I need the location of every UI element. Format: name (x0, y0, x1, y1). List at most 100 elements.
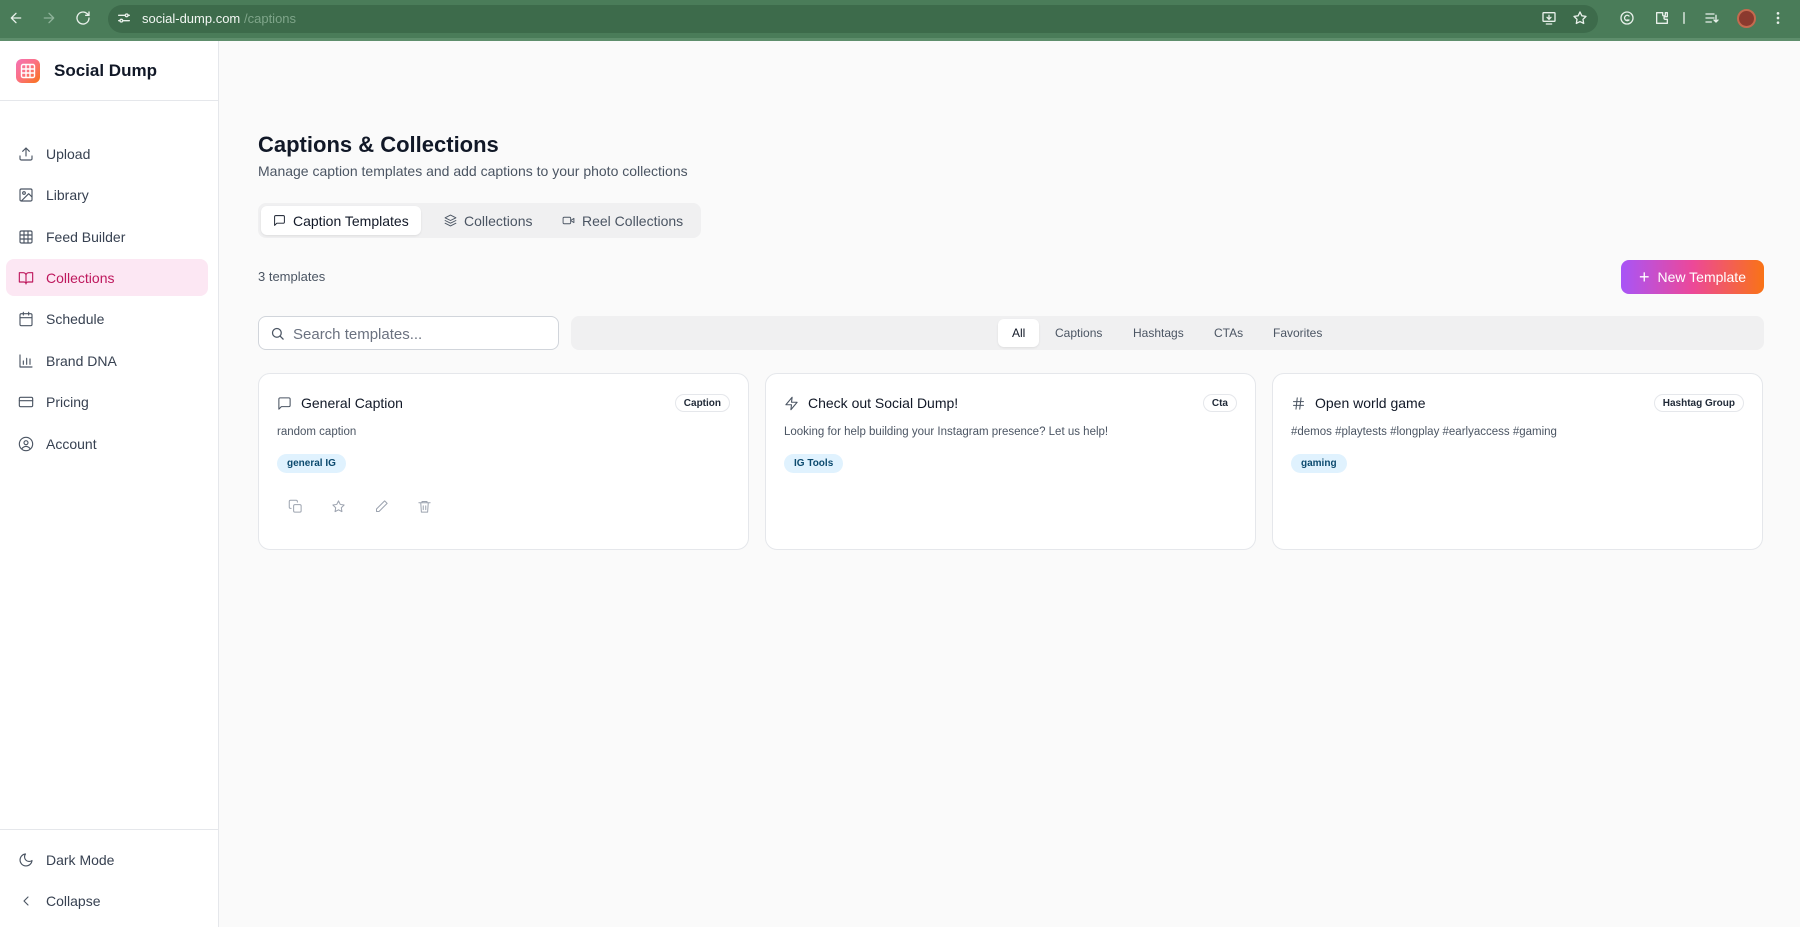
sidebar-item-label: Collections (46, 269, 115, 286)
browser-toolbar: social-dump.com /captions (0, 0, 1800, 41)
message-square-icon (278, 396, 291, 410)
new-template-button[interactable]: + New Template (1621, 260, 1764, 294)
sidebar-item-label: Brand DNA (46, 352, 117, 369)
collapse-button[interactable]: Collapse (6, 882, 208, 919)
category-tag: general IG (277, 454, 346, 473)
plus-icon: + (1639, 267, 1650, 287)
collapse-label: Collapse (46, 892, 101, 909)
filter-bar: All Captions Hashtags CTAs Favorites (571, 316, 1764, 350)
filter-label: Hashtags (1133, 326, 1184, 340)
sidebar-item-label: Feed Builder (46, 228, 126, 245)
sidebar-item-pricing[interactable]: Pricing (6, 383, 208, 420)
filter-favorites[interactable]: Favorites (1259, 319, 1336, 347)
star-icon[interactable] (331, 499, 347, 515)
sidebar-item-library[interactable]: Library (6, 176, 208, 213)
card-actions (288, 499, 433, 515)
card-header: Open world game (1291, 395, 1426, 411)
sidebar-bottom-divider (0, 829, 219, 830)
tab-label: Caption Templates (293, 212, 409, 229)
filter-captions[interactable]: Captions (1041, 319, 1116, 347)
grid-logo-icon (16, 59, 40, 83)
sidebar-item-schedule[interactable]: Schedule (6, 300, 208, 337)
card-title: Check out Social Dump! (808, 395, 959, 411)
profile-avatar[interactable] (1737, 9, 1756, 28)
filter-ctas[interactable]: CTAs (1200, 319, 1257, 347)
tab-reel-collections[interactable]: Reel Collections (550, 206, 695, 235)
back-icon[interactable] (6, 8, 26, 28)
tab-caption-templates[interactable]: Caption Templates (261, 206, 421, 235)
sidebar: Social Dump Upload Library Feed Builder … (0, 41, 219, 927)
extensions-icon[interactable] (1652, 8, 1672, 28)
filter-all[interactable]: All (998, 319, 1040, 347)
dark-mode-toggle[interactable]: Dark Mode (6, 841, 208, 878)
video-icon (562, 216, 575, 225)
copy-icon[interactable] (288, 499, 304, 515)
sidebar-item-feed-builder[interactable]: Feed Builder (6, 218, 208, 255)
sidebar-item-brand-dna[interactable]: Brand DNA (6, 342, 208, 379)
hash-icon (1292, 396, 1305, 410)
card-title: General Caption (301, 395, 403, 411)
moon-icon (19, 852, 33, 866)
type-badge: Hashtag Group (1653, 394, 1744, 412)
zap-icon (785, 396, 798, 410)
template-count: 3 templates (258, 269, 326, 284)
search-input[interactable] (293, 323, 548, 345)
category-tag: gaming (1291, 454, 1347, 473)
bookmark-star-icon[interactable] (1570, 8, 1590, 28)
sidebar-item-label: Upload (46, 145, 91, 162)
filter-label: CTAs (1214, 326, 1244, 340)
filter-label: All (1012, 326, 1026, 340)
category-tag: IG Tools (784, 454, 844, 473)
chevron-left-icon (23, 895, 29, 906)
address-bar[interactable] (108, 5, 1598, 33)
reload-icon[interactable] (73, 8, 93, 28)
sidebar-item-label: Schedule (46, 310, 105, 327)
url-domain[interactable]: social-dump.com (142, 11, 240, 26)
bar-chart-icon (19, 353, 33, 368)
forward-icon[interactable] (39, 8, 59, 28)
layers-icon (444, 214, 457, 227)
sidebar-item-account[interactable]: Account (6, 425, 208, 462)
sidebar-item-label: Library (46, 186, 89, 203)
tab-label: Reel Collections (582, 212, 684, 229)
sidebar-item-upload[interactable]: Upload (6, 135, 208, 172)
tab-collections[interactable]: Collections (432, 206, 544, 235)
user-circle-icon (18, 436, 34, 451)
reading-list-icon[interactable] (1702, 8, 1722, 28)
filter-label: Favorites (1273, 326, 1323, 340)
type-badge: Caption (674, 394, 730, 412)
brand[interactable]: Social Dump (16, 59, 157, 83)
template-card[interactable]: Check out Social Dump! Cta Looking for h… (765, 373, 1256, 550)
sidebar-item-collections[interactable]: Collections (6, 259, 208, 296)
search-icon (271, 327, 284, 340)
image-icon (19, 187, 33, 202)
tab-list: Caption Templates Collections Reel Colle… (258, 203, 701, 238)
dark-mode-label: Dark Mode (46, 851, 115, 868)
card-header: Check out Social Dump! (784, 395, 958, 411)
credit-card-icon (18, 396, 34, 407)
book-open-icon (18, 271, 34, 285)
trash-icon[interactable] (417, 499, 433, 515)
sidebar-item-label: Account (46, 435, 97, 452)
card-title: Open world game (1315, 395, 1426, 411)
new-template-label: New Template (1657, 269, 1746, 285)
template-card[interactable]: General Caption Caption random caption g… (258, 373, 749, 550)
template-card[interactable]: Open world game Hashtag Group #demos #pl… (1272, 373, 1763, 550)
tab-label: Collections (464, 212, 533, 229)
url-path[interactable]: /captions (244, 11, 296, 26)
site-settings-icon[interactable] (114, 8, 134, 28)
search-box (258, 316, 559, 350)
filter-hashtags[interactable]: Hashtags (1119, 319, 1198, 347)
grammarly-icon[interactable] (1617, 8, 1637, 28)
sidebar-item-label: Pricing (46, 393, 89, 410)
menu-dots-icon[interactable] (1768, 8, 1788, 28)
edit-icon[interactable] (374, 499, 390, 515)
card-text: random caption (277, 426, 357, 438)
upload-icon (19, 146, 33, 161)
page-subtitle: Manage caption templates and add caption… (258, 163, 688, 179)
install-app-icon[interactable] (1539, 8, 1559, 28)
filter-label: Captions (1055, 326, 1103, 340)
toolbar-separator (1680, 8, 1688, 28)
card-header: General Caption (277, 395, 403, 411)
calendar-icon (19, 311, 33, 326)
